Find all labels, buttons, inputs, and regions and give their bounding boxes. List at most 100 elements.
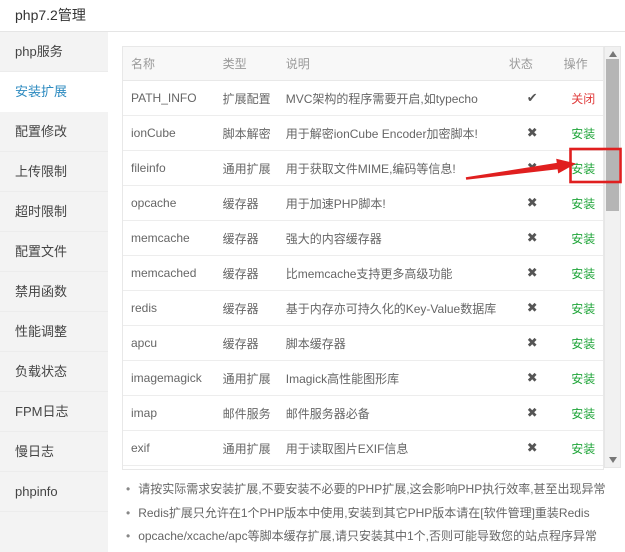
extension-name: ionCube <box>123 116 215 151</box>
cross-icon: ✖ <box>527 230 538 245</box>
sidebar-item-disabled-functions[interactable]: 禁用函数 <box>0 272 108 312</box>
sidebar-item-upload-limit[interactable]: 上传限制 <box>0 152 108 192</box>
table-row: imagemagick通用扩展Imagick高性能图形库✖安装 <box>123 361 603 396</box>
note-item: Redis扩展只允许在1个PHP版本中使用,安装到其它PHP版本请在[软件管理]… <box>122 502 622 526</box>
status-cell: ✖ <box>501 151 556 186</box>
action-cell: 关闭 <box>556 81 603 116</box>
sidebar-item-install-extension[interactable]: 安装扩展 <box>0 72 108 112</box>
action-cell: 安装 <box>556 326 603 361</box>
extension-name: PATH_INFO <box>123 81 215 116</box>
empty-cell <box>501 466 556 471</box>
extension-type: 扩展配置 <box>215 81 278 116</box>
column-header-action: 操作 <box>556 47 603 81</box>
extension-type: 脚本解密 <box>215 116 278 151</box>
extension-description: 用于读取图片EXIF信息 <box>278 431 501 466</box>
extension-description: 用于加速PHP脚本! <box>278 186 501 221</box>
sidebar: php服务安装扩展配置修改上传限制超时限制配置文件禁用函数性能调整负载状态FPM… <box>0 32 108 552</box>
sidebar-item-php-service[interactable]: php服务 <box>0 32 108 72</box>
table-row: imap邮件服务邮件服务器必备✖安装 <box>123 396 603 431</box>
extension-description: Imagick高性能图形库 <box>278 361 501 396</box>
extension-type: 缓存器 <box>215 256 278 291</box>
extension-type: 通用扩展 <box>215 431 278 466</box>
install-link[interactable]: 安装 <box>571 337 595 351</box>
column-header-status: 状态 <box>501 47 556 81</box>
status-cell: ✖ <box>501 361 556 396</box>
action-cell: 安装 <box>556 221 603 256</box>
cross-icon: ✖ <box>527 195 538 210</box>
status-cell: ✖ <box>501 256 556 291</box>
install-link[interactable]: 安装 <box>571 372 595 386</box>
install-link[interactable]: 安装 <box>571 197 595 211</box>
empty-cell <box>556 466 603 471</box>
extension-description: MVC架构的程序需要开启,如typecho <box>278 81 501 116</box>
action-cell: 安装 <box>556 151 603 186</box>
install-link[interactable]: 安装 <box>571 162 595 176</box>
cross-icon: ✖ <box>527 300 538 315</box>
cross-icon: ✖ <box>527 335 538 350</box>
sidebar-item-load-status[interactable]: 负载状态 <box>0 352 108 392</box>
action-cell: 安装 <box>556 361 603 396</box>
sidebar-item-config-file[interactable]: 配置文件 <box>0 232 108 272</box>
tips-list: 请按实际需求安装扩展,不要安装不必要的PHP扩展,这会影响PHP执行效率,甚至出… <box>122 478 622 549</box>
extension-description: 脚本缓存器 <box>278 326 501 361</box>
install-link[interactable]: 安装 <box>571 442 595 456</box>
table-row: redis缓存器基于内存亦可持久化的Key-Value数据库✖安装 <box>123 291 603 326</box>
install-link[interactable]: 安装 <box>571 267 595 281</box>
install-link[interactable]: 安装 <box>571 407 595 421</box>
action-cell: 安装 <box>556 431 603 466</box>
sidebar-item-config-modify[interactable]: 配置修改 <box>0 112 108 152</box>
table-header-row: 名称类型说明状态操作 <box>123 47 603 81</box>
status-cell: ✖ <box>501 221 556 256</box>
table-scrollbar[interactable] <box>604 46 621 468</box>
status-cell: ✖ <box>501 326 556 361</box>
sidebar-item-performance-tuning[interactable]: 性能调整 <box>0 312 108 352</box>
install-link[interactable]: 安装 <box>571 127 595 141</box>
close-link[interactable]: 关闭 <box>571 92 595 106</box>
empty-cell <box>123 466 215 471</box>
sidebar-item-timeout-limit[interactable]: 超时限制 <box>0 192 108 232</box>
column-header-desc: 说明 <box>278 47 501 81</box>
sidebar-item-phpinfo[interactable]: phpinfo <box>0 472 108 512</box>
extension-description: 用于解密ionCube Encoder加密脚本! <box>278 116 501 151</box>
table-row: fileinfo通用扩展用于获取文件MIME,编码等信息!✖ 安装 <box>123 151 603 186</box>
extension-name: opcache <box>123 186 215 221</box>
extension-name: fileinfo <box>123 151 215 186</box>
status-cell: ✖ <box>501 396 556 431</box>
install-link[interactable]: 安装 <box>571 232 595 246</box>
status-cell: ✔ <box>501 81 556 116</box>
cross-icon: ✖ <box>527 125 538 140</box>
extension-type: 缓存器 <box>215 186 278 221</box>
extension-type: 通用扩展 <box>215 361 278 396</box>
action-cell: 安装 <box>556 396 603 431</box>
sidebar-item-slow-log[interactable]: 慢日志 <box>0 432 108 472</box>
status-cell: ✖ <box>501 291 556 326</box>
note-item: 请按实际需求安装扩展,不要安装不必要的PHP扩展,这会影响PHP执行效率,甚至出… <box>122 478 622 502</box>
scrollbar-thumb[interactable] <box>606 59 619 211</box>
sidebar-item-fpm-log[interactable]: FPM日志 <box>0 392 108 432</box>
page-title: php7.2管理 <box>0 0 625 31</box>
install-link[interactable]: 安装 <box>571 302 595 316</box>
extension-type: 缓存器 <box>215 221 278 256</box>
action-cell: 安装 <box>556 116 603 151</box>
cross-icon: ✖ <box>527 440 538 455</box>
extension-name: apcu <box>123 326 215 361</box>
extension-type: 缓存器 <box>215 291 278 326</box>
titlebar: php7.2管理 <box>0 0 625 32</box>
table-row: exif通用扩展用于读取图片EXIF信息✖安装 <box>123 431 603 466</box>
extension-name: memcached <box>123 256 215 291</box>
empty-cell <box>278 466 501 471</box>
cross-icon: ✖ <box>527 405 538 420</box>
action-cell: 安装 <box>556 256 603 291</box>
empty-cell <box>215 466 278 471</box>
extension-name: redis <box>123 291 215 326</box>
extension-type: 通用扩展 <box>215 151 278 186</box>
table-row: opcache缓存器用于加速PHP脚本! ✖ 安装 <box>123 186 603 221</box>
extension-description: 用于获取文件MIME,编码等信息! <box>278 151 501 186</box>
scroll-down-icon[interactable] <box>605 453 620 467</box>
extension-type: 邮件服务 <box>215 396 278 431</box>
extension-name: imap <box>123 396 215 431</box>
cross-icon: ✖ <box>527 370 538 385</box>
check-icon: ✔ <box>527 90 538 105</box>
table-row: apcu缓存器脚本缓存器✖安装 <box>123 326 603 361</box>
action-cell: 安装 <box>556 291 603 326</box>
